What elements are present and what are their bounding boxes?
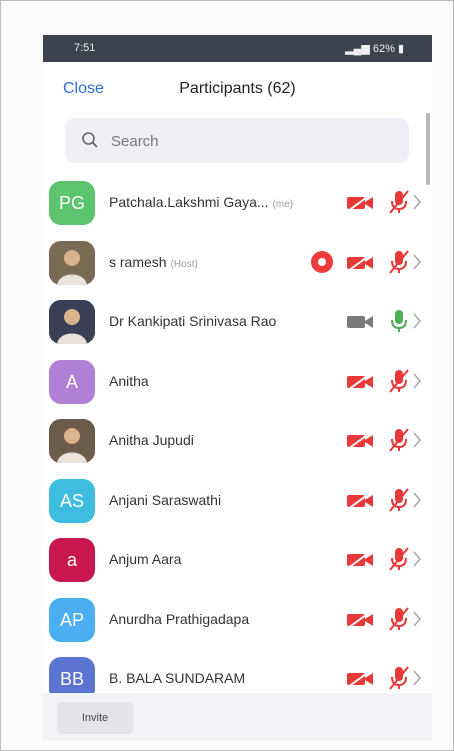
participant-name-text: Anjani Saraswathi — [109, 491, 222, 508]
participant-name-text: B. BALA SUNDARAM — [109, 670, 246, 686]
video-off-icon — [347, 491, 373, 510]
participant-row[interactable]: A Anitha — [43, 352, 432, 412]
participant-row[interactable]: AS Anjani Saraswathi — [43, 471, 432, 531]
mic-muted-icon — [389, 368, 409, 393]
participant-name: Anitha — [109, 373, 149, 389]
search-input[interactable] — [109, 129, 393, 153]
search-icon — [82, 132, 98, 148]
video-on-icon — [347, 316, 373, 328]
signal-icon: ▂▄▆ — [345, 43, 373, 55]
avatar-photo — [49, 419, 95, 463]
participant-name: Anitha Jupudi — [109, 432, 194, 448]
avatar: a — [49, 538, 95, 582]
video-off-icon — [347, 372, 373, 391]
participant-role-tag: (me) — [272, 199, 294, 210]
status-time: 7:51 — [74, 42, 96, 54]
mic-muted-icon — [389, 547, 409, 571]
participant-row[interactable]: Anitha Jupudi — [43, 411, 432, 471]
participant-row[interactable]: s ramesh (Host) — [43, 233, 432, 293]
participant-row[interactable]: BB B. BALA SUNDARAM — [43, 649, 432, 693]
close-button[interactable]: Close — [63, 80, 104, 98]
chevron-right-icon[interactable] — [412, 193, 422, 211]
mic-on-icon — [391, 310, 407, 332]
chevron-right-icon[interactable] — [412, 669, 422, 687]
chevron-right-icon[interactable] — [412, 610, 422, 628]
participant-name-text: Patchala.Lakshmi Gaya... — [109, 194, 269, 210]
participant-name-text: Anitha — [109, 372, 149, 389]
mic-muted-icon — [389, 487, 409, 512]
video-off-icon — [347, 432, 373, 450]
video-off-icon — [347, 551, 373, 569]
participant-list: PG Patchala.Lakshmi Gaya... (me) s ramesh (H… — [43, 173, 432, 693]
avatar: A — [49, 359, 95, 404]
participant-name: B. BALA SUNDARAM — [109, 670, 245, 686]
mic-muted-icon — [389, 666, 409, 690]
footer-bar: Invite — [43, 693, 432, 741]
avatar: BB — [49, 657, 95, 693]
avatar: AS — [49, 478, 95, 523]
video-off-icon — [347, 253, 373, 272]
chevron-right-icon[interactable] — [412, 253, 422, 271]
mic-muted-icon — [389, 428, 409, 452]
chevron-right-icon[interactable] — [412, 372, 422, 390]
battery-level: 62% — [372, 43, 395, 55]
participant-row[interactable]: PG Patchala.Lakshmi Gaya... (me) — [43, 173, 432, 233]
participant-row[interactable]: AP Anurdha Prathigadapa — [43, 590, 432, 650]
participant-name-text: Dr Kankipati Srinivasa Rao — [109, 313, 277, 329]
status-bar: 7:51 ▂▄▆ 62% ▮ — [43, 35, 432, 62]
participant-name: Anurdha Prathigadapa — [109, 611, 249, 627]
video-off-icon — [347, 194, 373, 212]
participant-role-tag: (Host) — [170, 258, 198, 270]
participants-header: Participants (62) Close — [43, 62, 432, 122]
phone-screen: 7:51 ▂▄▆ 62% ▮ Participants (62) Close P… — [43, 35, 432, 741]
mic-muted-icon — [389, 190, 409, 214]
status-icons: ▂▄▆ 62% ▮ — [345, 42, 404, 55]
chevron-right-icon[interactable] — [412, 491, 422, 509]
mic-muted-icon — [389, 606, 409, 631]
chevron-right-icon[interactable] — [412, 431, 422, 449]
video-off-icon — [347, 610, 373, 629]
invite-button[interactable]: Invite — [57, 702, 133, 734]
participant-row[interactable]: Dr Kankipati Srinivasa Rao — [43, 292, 432, 352]
avatar: PG — [49, 181, 95, 225]
participant-name: Anjani Saraswathi — [109, 492, 221, 508]
participant-name-text: s ramesh — [109, 253, 167, 270]
search-bar[interactable] — [65, 118, 409, 163]
avatar-photo — [49, 300, 95, 344]
participant-name: Patchala.Lakshmi Gaya... (me) — [109, 194, 293, 210]
avatar-photo — [49, 240, 95, 285]
participant-row[interactable]: a Anjum Aara — [43, 530, 432, 590]
video-off-icon — [347, 670, 373, 688]
participant-name: s ramesh (Host) — [109, 254, 198, 270]
chevron-right-icon[interactable] — [412, 550, 422, 568]
participant-name: Dr Kankipati Srinivasa Rao — [109, 313, 276, 329]
chevron-right-icon[interactable] — [412, 312, 422, 330]
participant-name-text: Anurdha Prathigadapa — [109, 610, 250, 627]
screenshot-frame: 7:51 ▂▄▆ 62% ▮ Participants (62) Close P… — [0, 0, 454, 751]
battery-icon: ▮ — [394, 43, 404, 55]
participant-name-text: Anitha Jupudi — [109, 432, 194, 448]
recording-icon — [311, 250, 333, 273]
participant-name: Anjum Aara — [109, 551, 181, 567]
participant-name-text: Anjum Aara — [109, 551, 182, 567]
mic-muted-icon — [389, 249, 409, 274]
avatar: AP — [49, 597, 95, 642]
